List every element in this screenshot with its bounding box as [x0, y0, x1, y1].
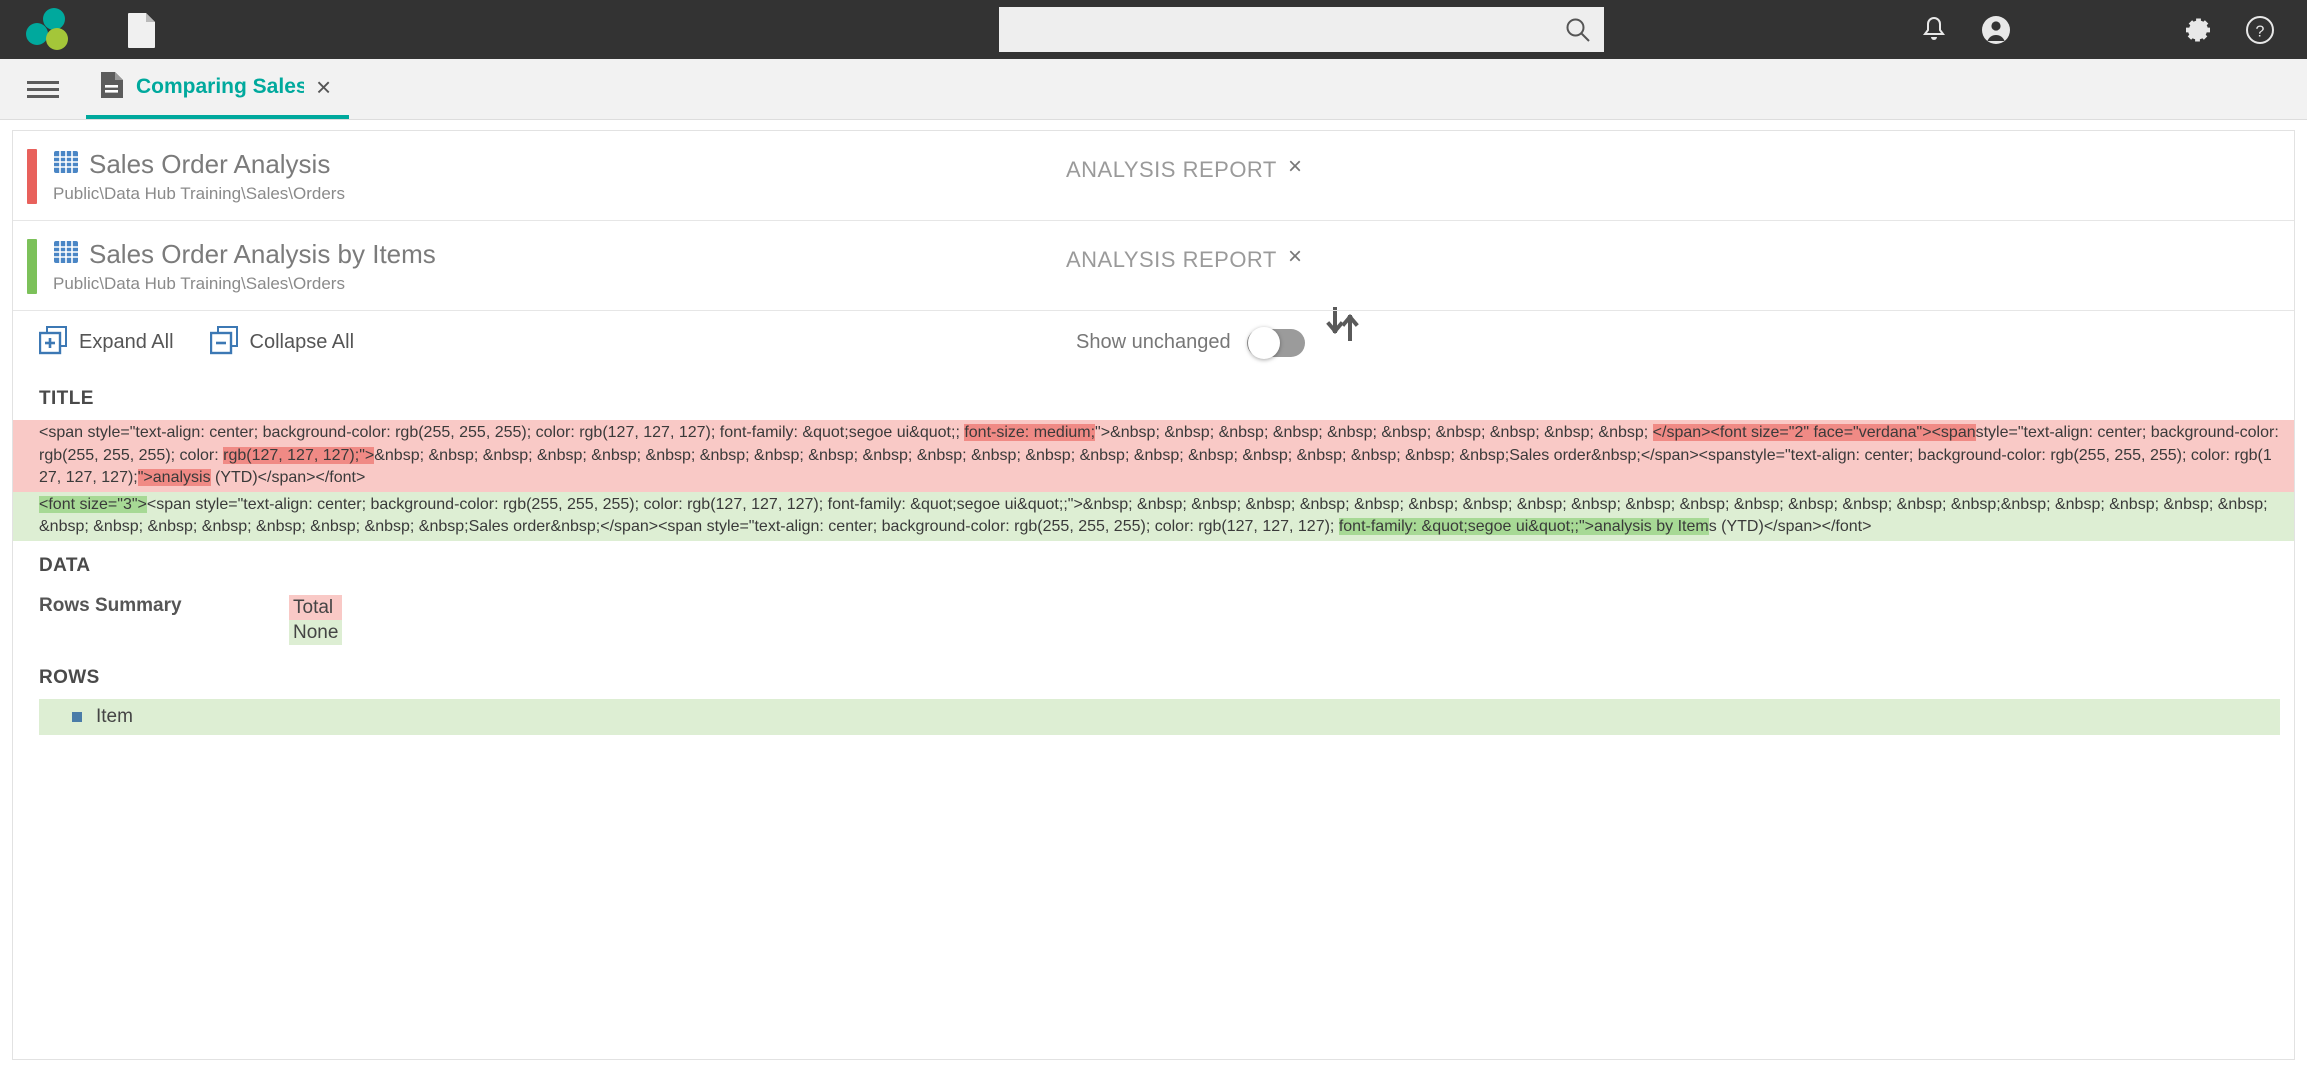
code-text: ">&nbsp; &nbsp; &nbsp; &nbsp; &nbsp; &nb… [1095, 424, 1653, 441]
report-accent-removed [27, 149, 37, 204]
code-text: <span style="text-align: center; backgro… [146, 495, 2001, 513]
expand-all-button[interactable]: Expand All [38, 325, 174, 360]
data-row-rows-summary: Rows Summary Total None [13, 587, 2294, 653]
tab-strip: Comparing Sales Orde × [0, 59, 2307, 120]
report-title: Sales Order Analysis by Items [89, 239, 436, 269]
code-text: &nbsp; &nbsp; &nbsp; &nbsp; &nbsp; &nbsp… [374, 446, 1743, 464]
show-unchanged-control: Show unchanged [1076, 326, 1305, 359]
search-input[interactable] [999, 7, 1552, 52]
code-text-highlight: <font size="3"> [39, 495, 147, 513]
grid-table-icon [53, 149, 79, 180]
code-text-highlight: </span><font size="2" face="verdana"><sp… [1652, 424, 1976, 441]
bullet-icon [72, 711, 82, 722]
code-text-highlight: rgb(127, 127, 127);"> [223, 446, 375, 464]
code-text: </span></font> [1763, 518, 1872, 535]
menu-icon[interactable] [0, 59, 86, 119]
report-title: Sales Order Analysis [89, 149, 331, 179]
code-text-highlight: font-size: medium; [964, 424, 1096, 441]
section-heading-data: DATA [39, 554, 91, 576]
section-heading-title: TITLE [39, 388, 94, 409]
show-unchanged-label: Show unchanged [1076, 331, 1231, 353]
report-kind-label: ANALYSIS REPORT [1066, 247, 1277, 272]
collapse-all-button[interactable]: Collapse All [209, 325, 355, 360]
comparison-panel: Sales Order Analysis Public\Data Hub Tra… [12, 130, 2295, 1060]
report-row-right: Sales Order Analysis by Items Public\Dat… [13, 220, 2294, 310]
svg-text:?: ? [2256, 23, 2265, 40]
collapse-all-icon [209, 325, 240, 360]
top-navigation-bar: ? [0, 0, 2307, 59]
report-row-left: Sales Order Analysis Public\Data Hub Tra… [13, 131, 2294, 220]
report-path: Public\Data Hub Training\Sales\Orders [53, 274, 345, 293]
topbar-actions: ? [1903, 0, 2307, 59]
collapse-all-label: Collapse All [249, 331, 355, 353]
expand-all-icon [38, 325, 69, 360]
code-text: <span style="text-align: center; backgro… [39, 424, 965, 441]
rows-list-item: Item [39, 698, 2280, 735]
diff-line-added: <font size="3"><span style="text-align: … [13, 491, 2294, 541]
global-search[interactable] [999, 7, 1604, 52]
app-logo[interactable] [0, 7, 96, 52]
code-text: (YTD)</span></font> [210, 469, 366, 486]
search-icon[interactable] [1552, 7, 1604, 52]
value-removed: Total [289, 594, 343, 620]
rows-item-label: Item [96, 705, 133, 727]
code-text: s (YTD) [1708, 518, 1764, 535]
code-text-highlight: ">analysis [137, 469, 211, 486]
toggle-knob [1247, 326, 1280, 359]
user-account-icon[interactable] [1965, 0, 2027, 59]
diff-line-removed: <span style="text-align: center; backgro… [13, 420, 2294, 492]
tab-comparing-sales-order[interactable]: Comparing Sales Orde × [86, 59, 350, 119]
report-path: Public\Data Hub Training\Sales\Orders [53, 184, 345, 203]
remove-report-button[interactable]: × [1288, 245, 1302, 269]
value-added: None [289, 619, 343, 645]
help-icon[interactable]: ? [2229, 0, 2291, 59]
tab-label: Comparing Sales Orde [136, 75, 304, 98]
grid-table-icon [53, 239, 79, 270]
report-accent-added [27, 239, 37, 294]
document-icon[interactable] [96, 12, 188, 48]
tab-close-icon[interactable]: × [316, 74, 331, 100]
code-text-highlight: font-family: &quot;segoe ui&quot;;">anal… [1338, 518, 1709, 535]
report-kind-label: ANALYSIS REPORT [1066, 157, 1277, 182]
section-heading-rows: ROWS [39, 666, 100, 688]
expand-all-label: Expand All [79, 331, 174, 353]
gear-icon[interactable] [2167, 0, 2229, 59]
document-compare-icon [100, 71, 124, 104]
bell-icon[interactable] [1903, 0, 1965, 59]
remove-report-button[interactable]: × [1288, 155, 1302, 179]
data-row-values: Total None [289, 594, 343, 645]
show-unchanged-toggle[interactable] [1246, 326, 1305, 359]
diff-toolbar: Expand All Collapse All Show unchanged [13, 310, 2294, 374]
diff-body: TITLE <span style="text-align: center; b… [13, 374, 2294, 735]
data-row-label: Rows Summary [39, 594, 182, 616]
